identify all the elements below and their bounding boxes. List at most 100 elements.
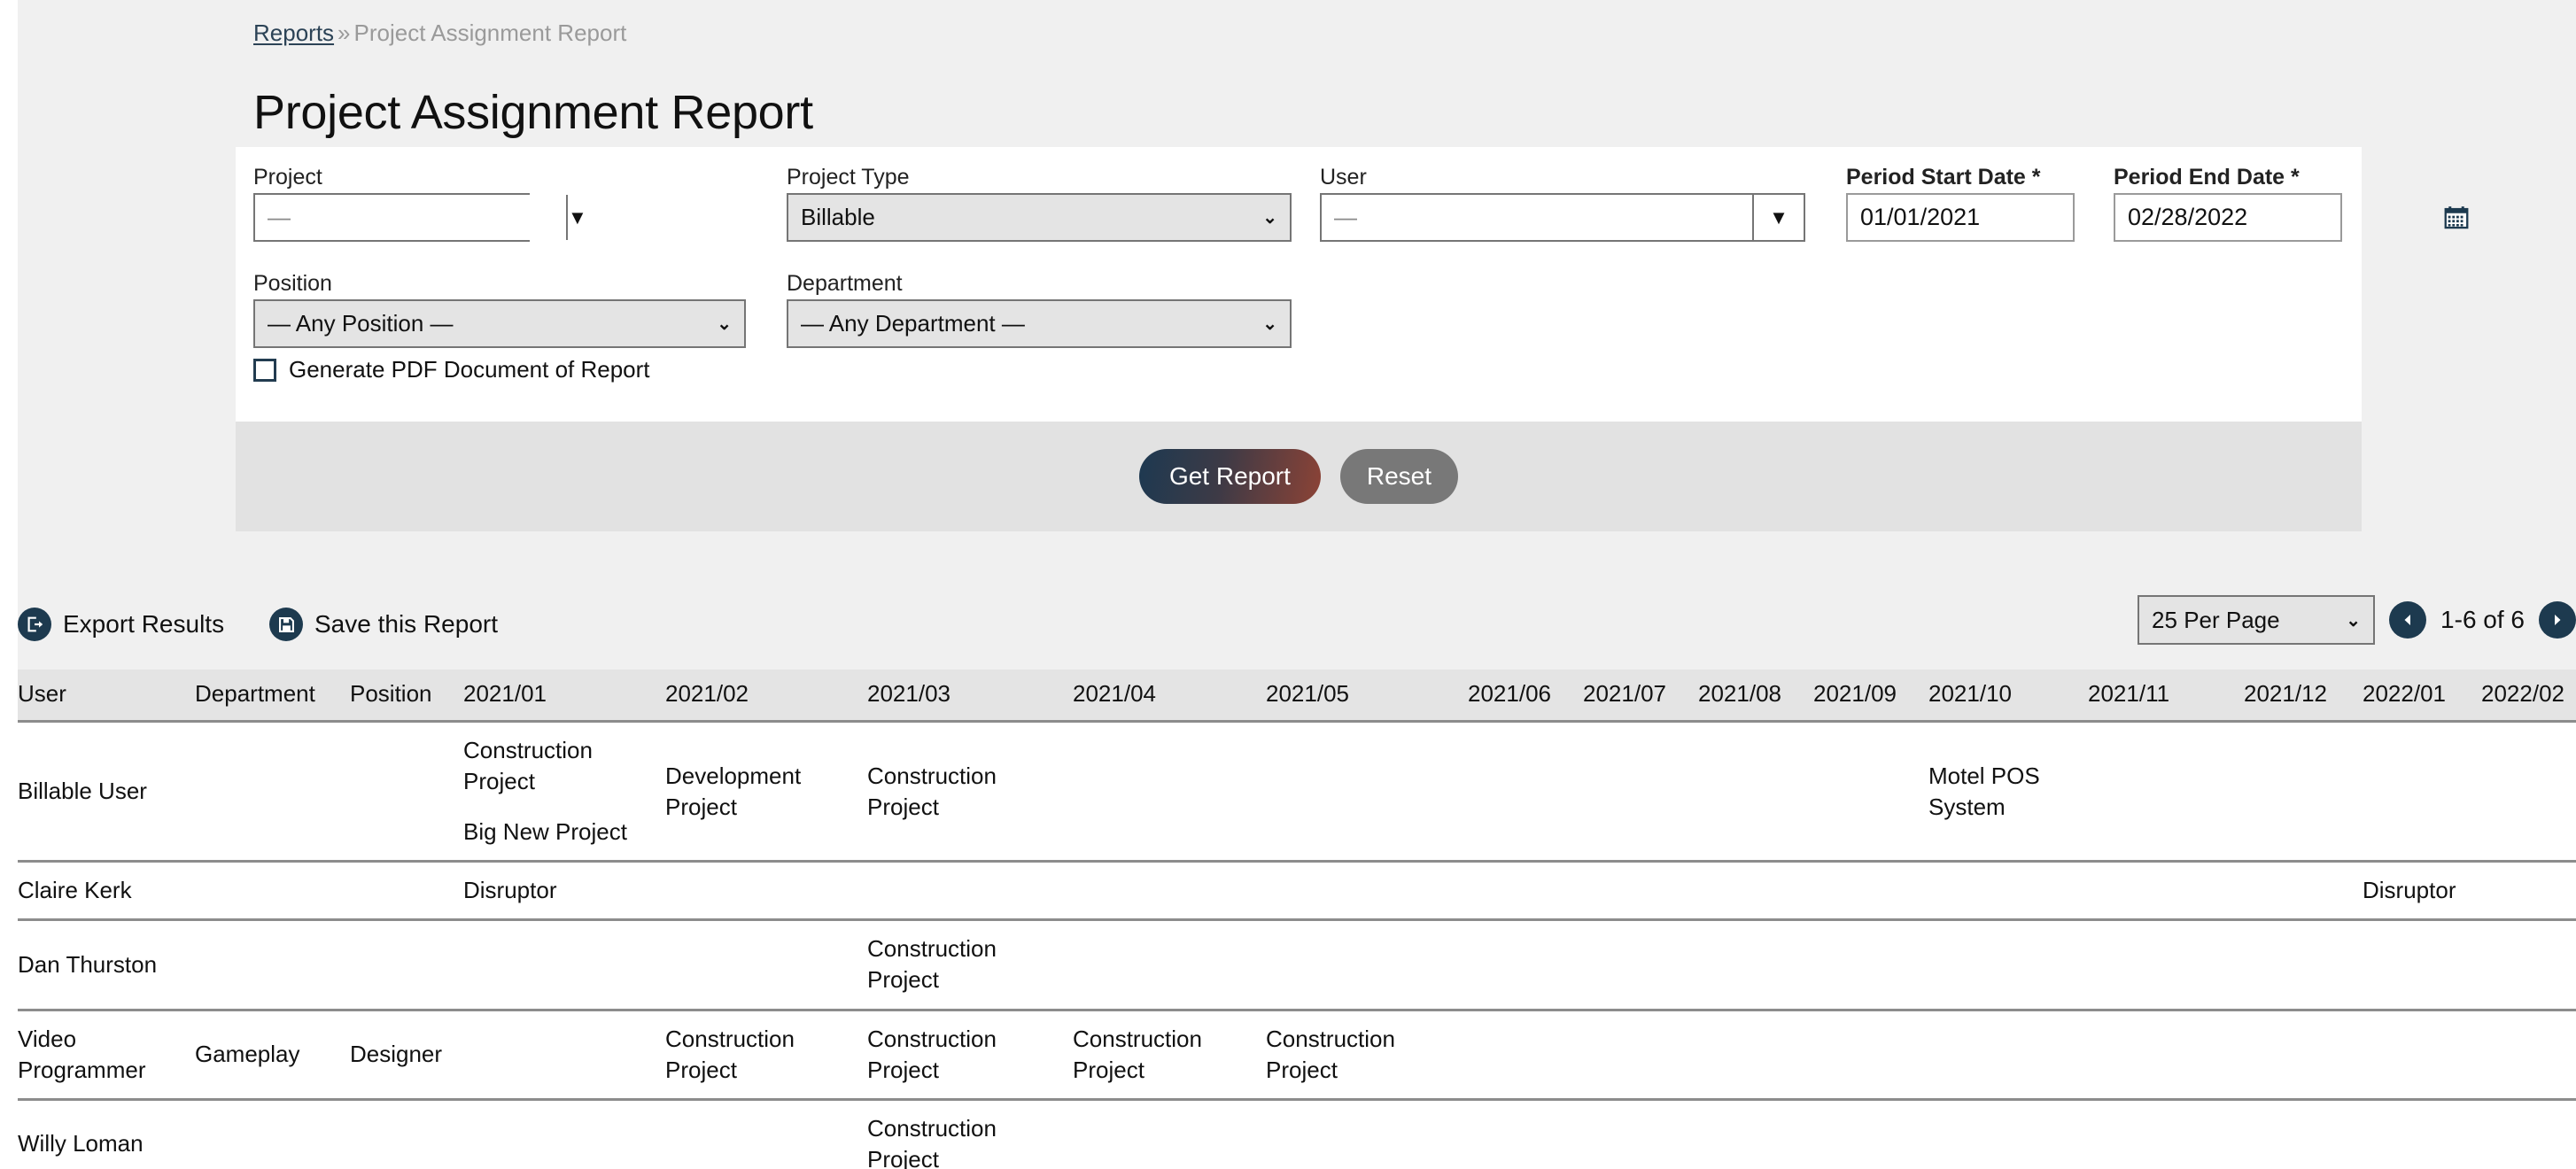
month-cell: [1468, 1099, 1583, 1169]
position-cell: [350, 862, 463, 920]
month-cell: [2481, 1099, 2576, 1169]
breadcrumb-separator: »: [334, 19, 353, 46]
month-cell: [1813, 920, 1928, 1010]
report-page: Reports»Project Assignment Report Projec…: [0, 0, 2576, 1169]
month-cell: [1266, 722, 1468, 862]
breadcrumb-link-reports[interactable]: Reports: [253, 19, 334, 46]
generate-pdf-row[interactable]: Generate PDF Document of Report: [253, 356, 650, 383]
assignment-item: Construction Project: [463, 735, 656, 797]
month-cell: [1928, 862, 2088, 920]
chevron-left-icon: [2401, 613, 2415, 627]
per-page-select[interactable]: 25 Per Page ⌄: [2138, 595, 2375, 645]
next-page-button[interactable]: [2539, 601, 2576, 639]
results-toolbar: Export Results Save this Report 25 Per P…: [18, 595, 2576, 659]
month-cell: [867, 862, 1073, 920]
period-end-datefield[interactable]: [2114, 193, 2342, 242]
table-row: Billable UserConstruction ProjectBig New…: [18, 722, 2576, 862]
month-cell: [1813, 1099, 1928, 1169]
user-input[interactable]: [1322, 195, 1752, 240]
prev-page-button[interactable]: [2389, 601, 2426, 639]
assignment-item: Construction Project: [867, 1113, 1064, 1169]
export-results-link[interactable]: Export Results: [18, 608, 224, 641]
assignment-item: Motel POS System: [1928, 761, 2079, 823]
month-cell: [1813, 1010, 1928, 1099]
export-icon: [18, 608, 51, 641]
month-cell: [2363, 920, 2481, 1010]
month-cell: [1698, 920, 1813, 1010]
month-cell: [665, 1099, 867, 1169]
month-cell: [1813, 862, 1928, 920]
project-dropdown-toggle-icon[interactable]: ▼: [566, 195, 587, 240]
project-type-select[interactable]: Billable ⌄: [787, 193, 1292, 242]
month-cell: [2481, 722, 2576, 862]
per-page-value: 25 Per Page: [2152, 607, 2346, 634]
assignment-item: Construction Project: [867, 1024, 1064, 1086]
column-header: 2021/08: [1698, 670, 1813, 722]
column-header: 2021/11: [2088, 670, 2244, 722]
column-header: Department: [195, 670, 350, 722]
department-cell: [195, 920, 350, 1010]
pagination: 25 Per Page ⌄ 1-6 of 6: [2138, 595, 2576, 645]
save-report-link[interactable]: Save this Report: [269, 608, 498, 641]
calendar-icon[interactable]: [2443, 205, 2470, 230]
department-cell: [195, 1099, 350, 1169]
period-end-label: Period End Date *: [2114, 165, 2300, 190]
month-cell: [2088, 862, 2244, 920]
assignment-item: Big New Project: [463, 817, 656, 848]
department-label: Department: [787, 271, 903, 297]
month-cell: [1073, 862, 1266, 920]
month-cell: Construction Project: [1266, 1010, 1468, 1099]
month-cell: [1698, 722, 1813, 862]
month-cell: [463, 1010, 665, 1099]
left-rail: [0, 0, 18, 1169]
period-start-datefield[interactable]: [1846, 193, 2075, 242]
chevron-down-icon: ⌄: [717, 313, 732, 335]
chevron-down-icon: ⌄: [2346, 609, 2361, 631]
column-header: 2021/09: [1813, 670, 1928, 722]
user-dropdown-toggle-icon[interactable]: ▼: [1752, 195, 1804, 240]
table-head: UserDepartmentPosition2021/012021/022021…: [18, 670, 2576, 722]
month-cell: Construction Project: [665, 1010, 867, 1099]
month-cell: [1928, 920, 2088, 1010]
user-cell: Dan Thurston: [18, 920, 195, 1010]
position-select[interactable]: — Any Position — ⌄: [253, 299, 746, 348]
column-header: 2021/02: [665, 670, 867, 722]
department-select[interactable]: — Any Department — ⌄: [787, 299, 1292, 348]
project-input[interactable]: [255, 195, 566, 240]
assignment-item: Construction Project: [665, 1024, 858, 1086]
department-cell: [195, 722, 350, 862]
month-cell: [1698, 1099, 1813, 1169]
month-cell: [1813, 722, 1928, 862]
month-cell: [2088, 1099, 2244, 1169]
project-combo[interactable]: ▼: [253, 193, 530, 242]
column-header: 2022/01: [2363, 670, 2481, 722]
period-end-input[interactable]: [2126, 203, 2443, 232]
chevron-right-icon: [2550, 613, 2564, 627]
assignment-item: Construction Project: [867, 933, 1064, 995]
month-cell: [2244, 920, 2363, 1010]
column-header: 2021/10: [1928, 670, 2088, 722]
action-bar: Get Report Reset: [236, 422, 2362, 531]
generate-pdf-checkbox[interactable]: [253, 359, 276, 382]
user-combo[interactable]: ▼: [1320, 193, 1805, 242]
month-cell: [1583, 862, 1698, 920]
month-cell: [2088, 920, 2244, 1010]
month-cell: Construction Project: [867, 1010, 1073, 1099]
month-cell: [1928, 1010, 2088, 1099]
position-label: Position: [253, 271, 332, 297]
month-cell: Construction Project: [1073, 1010, 1266, 1099]
column-header: 2022/02: [2481, 670, 2576, 722]
table-header-row: UserDepartmentPosition2021/012021/022021…: [18, 670, 2576, 722]
breadcrumb-current: Project Assignment Report: [354, 19, 627, 46]
position-cell: [350, 722, 463, 862]
user-cell: Video Programmer: [18, 1010, 195, 1099]
reset-button[interactable]: Reset: [1340, 449, 1458, 504]
month-cell: [1266, 920, 1468, 1010]
month-cell: [1073, 920, 1266, 1010]
month-cell: [2363, 1010, 2481, 1099]
get-report-button[interactable]: Get Report: [1139, 449, 1321, 504]
month-cell: [1266, 862, 1468, 920]
table-row: Video ProgrammerGameplayDesignerConstruc…: [18, 1010, 2576, 1099]
user-label: User: [1320, 165, 1367, 190]
save-report-label: Save this Report: [314, 610, 498, 639]
